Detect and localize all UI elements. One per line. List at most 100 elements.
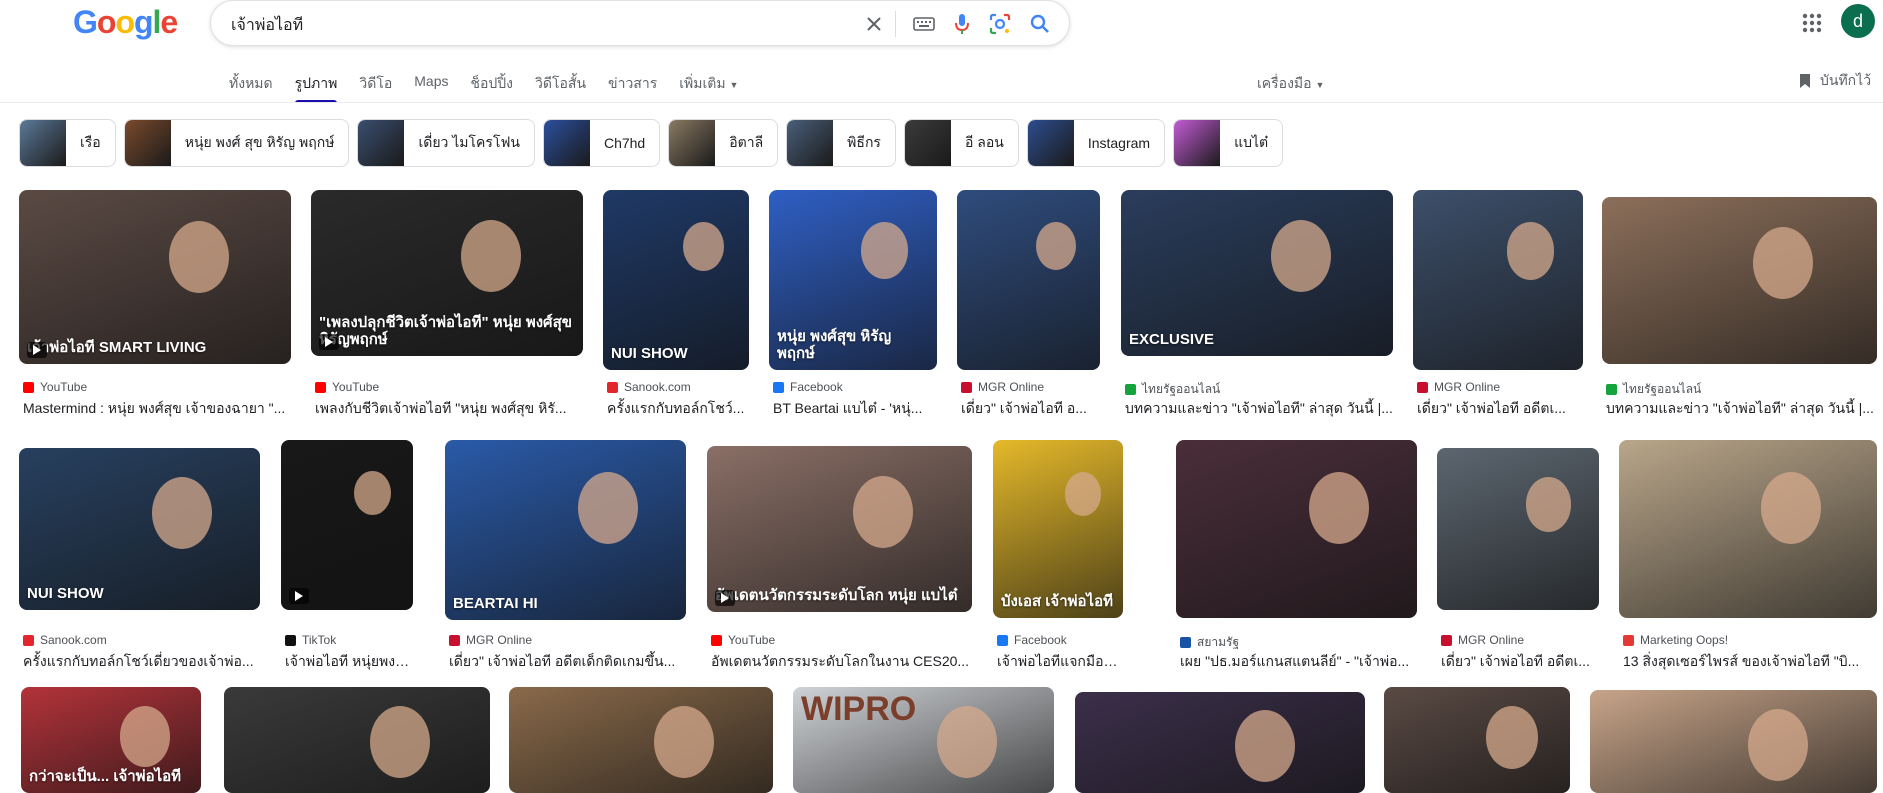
related-chip[interactable]: หนุ่ย พงศ์ สุข หิรัญ พฤกษ์: [123, 119, 350, 167]
result-source[interactable]: YouTube: [315, 380, 379, 394]
result-thumbnail[interactable]: [1437, 448, 1599, 610]
result-title[interactable]: ครั้งแรกกับทอล์กโชว์เดี่ยวของเจ้าพ่อ...: [23, 651, 260, 673]
result-source[interactable]: Facebook: [773, 380, 843, 394]
person-silhouette: [370, 706, 431, 779]
tab-all[interactable]: ทั้งหมด: [229, 73, 273, 95]
microphone-icon[interactable]: [949, 11, 975, 37]
tab-shopping[interactable]: ช็อปปิ้ง: [470, 73, 513, 95]
result-title[interactable]: 13 สิ่งสุดเซอร์ไพรส์ ของเจ้าพ่อไอที "บิ.…: [1623, 651, 1877, 673]
result-thumbnail[interactable]: [1075, 692, 1365, 793]
search-box[interactable]: เจ้าพ่อไอที: [210, 0, 1070, 46]
source-favicon: [711, 634, 722, 646]
result-thumbnail[interactable]: [224, 687, 490, 793]
result-thumbnail[interactable]: [509, 687, 773, 793]
result-title[interactable]: เดี่ยว" เจ้าพ่อไอที อ...: [961, 398, 1100, 420]
result-title[interactable]: เจ้าพ่อไอทีแจกมือถือฟรี: [997, 651, 1123, 673]
result-source[interactable]: MGR Online: [1417, 380, 1500, 394]
thumbnail-overlay-text: NUI SHOW: [611, 344, 688, 362]
related-chip[interactable]: เรือ: [19, 119, 116, 167]
apps-grid-icon[interactable]: [1800, 11, 1824, 35]
result-thumbnail[interactable]: "เพลงปลุกชีวิตเจ้าพ่อไอที" หนุ่ย พงศ์สุข…: [311, 190, 583, 356]
result-thumbnail[interactable]: [1176, 440, 1417, 618]
tab-news[interactable]: ข่าวสาร: [608, 73, 657, 95]
result-thumbnail[interactable]: [1384, 687, 1570, 793]
account-avatar[interactable]: d: [1841, 4, 1875, 38]
result-thumbnail[interactable]: อัพเดตนวัตกรรมระดับโลก หนุ่ย แบไต๋: [707, 446, 972, 612]
related-chip[interactable]: Ch7hd: [542, 119, 661, 167]
tab-short-videos[interactable]: วิดีโอสั้น: [535, 73, 586, 95]
result-thumbnail[interactable]: BEARTAI HI: [445, 440, 686, 620]
related-chip[interactable]: Instagram: [1026, 119, 1166, 167]
search-input[interactable]: เจ้าพ่อไอที: [231, 13, 303, 38]
result-source[interactable]: MGR Online: [1441, 633, 1524, 647]
result-source[interactable]: TikTok: [285, 633, 336, 647]
result-source[interactable]: สยามรัฐ: [1180, 633, 1239, 652]
result-title[interactable]: เผย "ปธ.มอร์แกนสแตนลีย์" - "เจ้าพ่อ...: [1180, 651, 1417, 673]
result-source[interactable]: YouTube: [23, 380, 87, 394]
chevron-down-icon: ▼: [729, 80, 739, 90]
source-name: Facebook: [790, 380, 843, 394]
result-thumbnail[interactable]: NUI SHOW: [19, 448, 260, 610]
result-thumbnail[interactable]: [281, 440, 413, 610]
result-title[interactable]: บทความและข่าว "เจ้าพ่อไอที" ล่าสุด วันนี…: [1606, 398, 1877, 420]
result-source[interactable]: Marketing Oops!: [1623, 633, 1728, 647]
result-thumbnail[interactable]: [1413, 190, 1583, 370]
result-title[interactable]: เพลงกับชีวิตเจ้าพ่อไอที "หนุ่ย พงศ์สุข ห…: [315, 398, 583, 420]
related-chip[interactable]: เดี่ยว ไมโครโฟน: [357, 119, 535, 167]
related-chip[interactable]: แบไต๋: [1173, 119, 1284, 167]
person-silhouette: [1486, 706, 1539, 769]
tools-button[interactable]: เครื่องมือ ▼: [1257, 73, 1324, 95]
result-thumbnail[interactable]: บังเอส เจ้าพ่อไอที: [993, 440, 1123, 618]
source-favicon: [1180, 637, 1191, 648]
tab-more[interactable]: เพิ่มเติม ▼: [679, 73, 738, 95]
chip-label: เรือ: [80, 134, 101, 150]
tab-images[interactable]: รูปภาพ: [294, 73, 337, 103]
result-source[interactable]: MGR Online: [961, 380, 1044, 394]
clear-icon[interactable]: [861, 11, 887, 37]
lens-icon[interactable]: [987, 11, 1013, 37]
result-source[interactable]: YouTube: [711, 633, 775, 647]
result-thumbnail[interactable]: EXCLUSIVE: [1121, 190, 1393, 356]
result-title[interactable]: BT Beartai แบไต๋ - 'หนุ่...: [773, 398, 937, 420]
result-title[interactable]: เดี่ยว" เจ้าพ่อไอที อดีตเ...: [1417, 398, 1583, 420]
tab-maps[interactable]: Maps: [414, 73, 448, 95]
result-thumbnail[interactable]: [1619, 440, 1877, 618]
related-chip[interactable]: อี ลอน: [903, 119, 1019, 167]
result-title[interactable]: อัพเดตนวัตกรรมระดับโลกในงาน CES20...: [711, 651, 972, 673]
person-silhouette: [1506, 222, 1555, 280]
result-thumbnail[interactable]: NUI SHOW: [603, 190, 749, 370]
chip-thumbnail: [543, 120, 590, 166]
chip-label: อี ลอน: [964, 134, 1004, 150]
result-thumbnail[interactable]: WIPRO: [793, 687, 1054, 793]
result-title[interactable]: Mastermind : หนุ่ย พงศ์สุข เจ้าของฉายา "…: [23, 398, 291, 420]
result-thumbnail[interactable]: เจ้าพ่อไอที SMART LIVING: [19, 190, 291, 364]
result-title[interactable]: เดี่ยว" เจ้าพ่อไอที อดีตเด็กติดเกมขึ้น..…: [449, 651, 686, 673]
source-name: สยามรัฐ: [1197, 635, 1240, 649]
source-favicon: [997, 634, 1008, 646]
result-source[interactable]: ไทยรัฐออนไลน์: [1125, 380, 1220, 399]
google-logo[interactable]: Google: [73, 4, 178, 41]
result-title[interactable]: เจ้าพ่อไอที หนุ่ยพงศ์...: [285, 651, 413, 673]
keyboard-icon[interactable]: [911, 11, 937, 37]
result-thumbnail[interactable]: [957, 190, 1100, 370]
result-thumbnail[interactable]: [1602, 197, 1877, 364]
related-chip[interactable]: อิตาลี: [668, 119, 779, 167]
result-thumbnail[interactable]: กว่าจะเป็น... เจ้าพ่อไอที: [21, 687, 201, 793]
tab-videos[interactable]: วิดีโอ: [359, 73, 392, 95]
result-source[interactable]: MGR Online: [449, 633, 532, 647]
related-chip[interactable]: พิธีกร: [786, 119, 896, 167]
result-title[interactable]: ครั้งแรกกับทอล์กโชว์...: [607, 398, 749, 420]
result-source[interactable]: ไทยรัฐออนไลน์: [1606, 380, 1701, 399]
thumbnail-overlay-text: EXCLUSIVE: [1129, 330, 1215, 348]
result-source[interactable]: Sanook.com: [607, 380, 691, 394]
result-source[interactable]: Sanook.com: [23, 633, 107, 647]
result-source[interactable]: Facebook: [997, 633, 1067, 647]
result-thumbnail[interactable]: [1590, 690, 1877, 793]
search-icon[interactable]: [1027, 11, 1053, 37]
chip-label: แบไต๋: [1234, 134, 1269, 150]
result-title[interactable]: บทความและข่าว "เจ้าพ่อไอที" ล่าสุด วันนี…: [1125, 398, 1393, 420]
result-title[interactable]: เดี่ยว" เจ้าพ่อไอที อดีตเ...: [1441, 651, 1599, 673]
saved-button[interactable]: บันทึกไว้: [1798, 70, 1871, 92]
result-thumbnail[interactable]: หนุ่ย พงศ์สุข หิรัญพฤกษ์: [769, 190, 937, 370]
source-favicon: [607, 381, 618, 393]
